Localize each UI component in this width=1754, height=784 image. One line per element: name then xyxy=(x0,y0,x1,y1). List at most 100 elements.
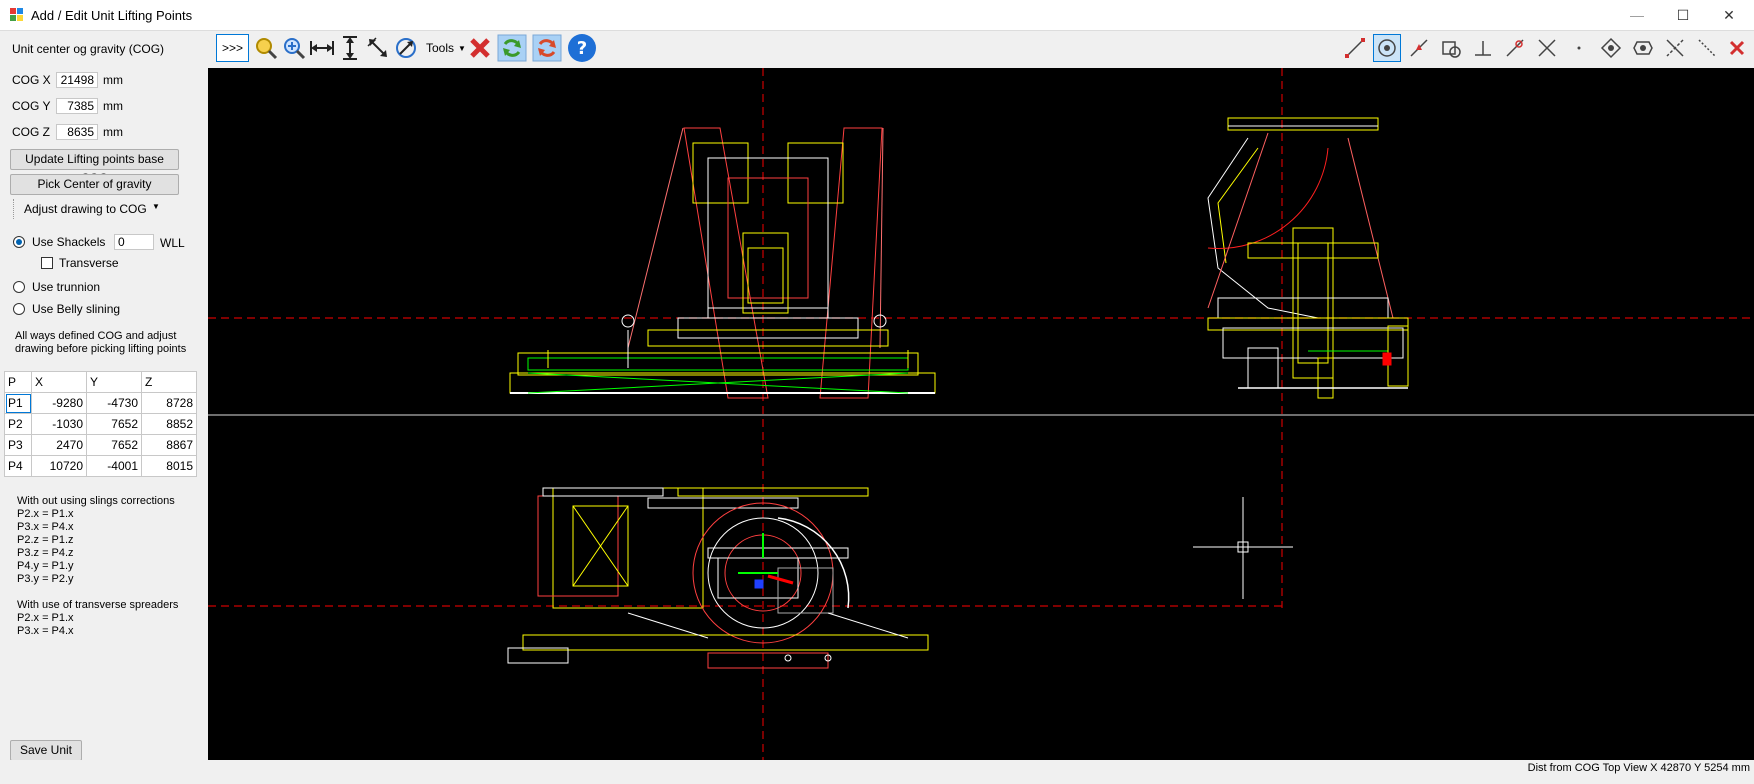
measure-aligned-icon[interactable] xyxy=(364,34,392,62)
cog-x-unit: mm xyxy=(103,73,123,87)
cell-z[interactable]: 8867 xyxy=(141,434,197,456)
snap-tangent-icon[interactable] xyxy=(1501,34,1529,62)
cog-x-label: COG X xyxy=(12,73,51,87)
snap-extension-icon[interactable] xyxy=(1693,34,1721,62)
adjust-drawing-dropdown[interactable]: Adjust drawing to COG ▼ xyxy=(13,199,162,219)
cog-z-label: COG Z xyxy=(12,125,50,139)
title-bar: Add / Edit Unit Lifting Points — ☐ ✕ xyxy=(0,0,1754,31)
svg-text:?: ? xyxy=(577,38,587,59)
row-header[interactable]: P3 xyxy=(4,434,32,456)
adjust-drawing-label: Adjust drawing to COG xyxy=(24,202,147,216)
chevron-down-icon: ▼ xyxy=(152,202,160,211)
use-trunnion-radio[interactable] xyxy=(13,281,25,293)
header-y: Y xyxy=(86,371,142,393)
snap-perpendicular-icon[interactable] xyxy=(1469,34,1497,62)
table-header-row: P X Y Z xyxy=(4,371,197,393)
minimize-button[interactable]: — xyxy=(1614,0,1660,30)
snap-nearest-icon[interactable] xyxy=(1629,34,1657,62)
cell-y[interactable]: 7652 xyxy=(86,413,142,435)
snap-apparent-intersection-icon[interactable] xyxy=(1661,34,1689,62)
status-text: Dist from COG Top View X 42870 Y 5254 mm xyxy=(1527,762,1750,774)
row-header[interactable]: P2 xyxy=(4,413,32,435)
spreader-line: P2.x = P1.x xyxy=(17,612,74,624)
delete-icon[interactable] xyxy=(466,34,494,62)
snap-node-icon[interactable] xyxy=(1565,34,1593,62)
correction-line: P2.x = P1.x xyxy=(17,508,74,520)
use-shackels-label: Use Shackels xyxy=(32,235,106,249)
update-lifting-points-button[interactable]: Update Lifting points base COG xyxy=(10,149,179,185)
spreader-line: P3.x = P4.x xyxy=(17,625,74,637)
row-header[interactable]: P4 xyxy=(4,455,32,477)
cell-x[interactable]: -1030 xyxy=(31,413,87,435)
use-belly-radio[interactable] xyxy=(13,303,25,315)
use-shackels-radio[interactable] xyxy=(13,236,25,248)
correction-line: P3.y = P2.y xyxy=(17,573,74,585)
cog-x-input[interactable]: 21498 xyxy=(56,72,98,88)
cell-z[interactable]: 8728 xyxy=(141,392,197,414)
snap-clear-icon[interactable] xyxy=(1723,34,1751,62)
app-icon xyxy=(10,8,24,22)
snap-midpoint-icon[interactable] xyxy=(1405,34,1433,62)
pick-cog-button[interactable]: Pick Center of gravity xyxy=(10,174,179,195)
snap-insert-icon[interactable] xyxy=(1597,34,1625,62)
measure-vertical-icon[interactable] xyxy=(336,34,364,62)
header-p: P xyxy=(4,371,32,393)
zoom-icon[interactable] xyxy=(252,34,280,62)
row-header[interactable]: P1 xyxy=(4,392,32,414)
table-row[interactable]: P2 -1030 7652 8852 xyxy=(4,413,197,435)
cog-z-unit: mm xyxy=(103,125,123,139)
cog-y-input[interactable]: 7385 xyxy=(56,98,98,114)
zoom-window-icon[interactable] xyxy=(280,34,308,62)
table-row[interactable]: P4 10720 -4001 8015 xyxy=(4,455,197,477)
maximize-button[interactable]: ☐ xyxy=(1660,0,1706,30)
refresh-alt-icon[interactable] xyxy=(531,34,563,62)
cell-x[interactable]: 10720 xyxy=(31,455,87,477)
transverse-checkbox[interactable] xyxy=(41,257,53,269)
close-button[interactable]: ✕ xyxy=(1706,0,1752,30)
corrections-title: With out using slings corrections xyxy=(17,495,175,507)
cell-z[interactable]: 8852 xyxy=(141,413,197,435)
cell-y[interactable]: -4001 xyxy=(86,455,142,477)
correction-line: P3.z = P4.z xyxy=(17,547,74,559)
lifting-points-table[interactable]: P X Y Z P1 -9280 -4730 8728 P2 -1030 765… xyxy=(4,371,197,477)
chevron-down-icon: ▼ xyxy=(458,43,466,53)
use-trunnion-label: Use trunnion xyxy=(32,280,101,294)
measure-horizontal-icon[interactable] xyxy=(308,34,336,62)
snap-quadrant-icon[interactable] xyxy=(1437,34,1465,62)
transverse-label: Transverse xyxy=(59,256,119,270)
rotate-icon[interactable] xyxy=(392,34,420,62)
cog-section-title: Unit center og gravity (COG) xyxy=(12,42,165,56)
header-z: Z xyxy=(141,371,197,393)
save-unit-button[interactable]: Save Unit xyxy=(10,740,82,761)
cell-x[interactable]: 2470 xyxy=(31,434,87,456)
help-icon[interactable]: ? xyxy=(566,34,598,62)
cell-y[interactable]: -4730 xyxy=(86,392,142,414)
cell-x[interactable]: -9280 xyxy=(31,392,87,414)
minimize-icon: — xyxy=(1630,7,1644,23)
maximize-icon: ☐ xyxy=(1676,6,1690,23)
snap-center-icon[interactable] xyxy=(1373,34,1401,62)
drawing-canvas[interactable] xyxy=(208,68,1754,760)
cell-z[interactable]: 8015 xyxy=(141,455,197,477)
wll-input[interactable]: 0 xyxy=(114,234,154,250)
table-row[interactable]: P3 2470 7652 8867 xyxy=(4,434,197,456)
correction-line: P4.y = P1.y xyxy=(17,560,74,572)
cog-z-input[interactable]: 8635 xyxy=(56,124,98,140)
left-panel: Unit center og gravity (COG) COG X 21498… xyxy=(0,31,207,763)
cog-y-label: COG Y xyxy=(12,99,51,113)
snap-endpoint-icon[interactable] xyxy=(1341,34,1369,62)
correction-line: P2.z = P1.z xyxy=(17,534,74,546)
tools-label: Tools xyxy=(426,41,455,55)
use-belly-label: Use Belly slining xyxy=(32,302,121,316)
header-x: X xyxy=(31,371,87,393)
snap-intersection-icon[interactable] xyxy=(1533,34,1561,62)
spreaders-title: With use of transverse spreaders xyxy=(17,599,179,611)
hint-line-2: drawing before picking lifting points xyxy=(15,343,187,355)
expand-button[interactable]: >>> xyxy=(216,34,249,62)
cad-drawing xyxy=(208,68,1754,760)
refresh-icon[interactable] xyxy=(496,34,528,62)
cell-y[interactable]: 7652 xyxy=(86,434,142,456)
crosshair-cursor xyxy=(1193,497,1293,599)
table-row[interactable]: P1 -9280 -4730 8728 xyxy=(4,392,197,414)
status-bar: Dist from COG Top View X 42870 Y 5254 mm xyxy=(0,760,1754,784)
